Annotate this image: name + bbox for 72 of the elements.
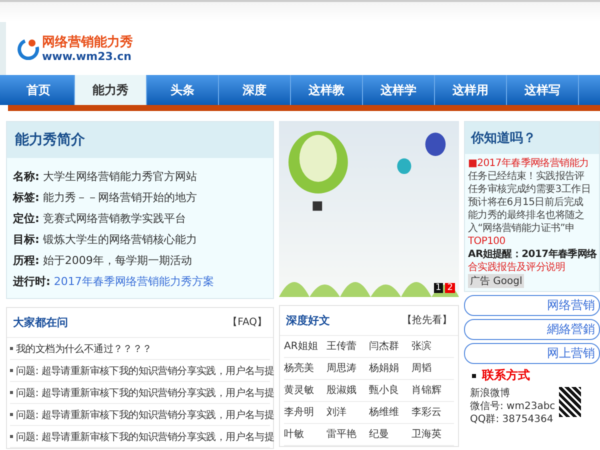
- bullet-icon: [10, 435, 13, 438]
- panel-title: 能力秀简介: [7, 122, 273, 158]
- field-value: 能力秀－－网络营销开始的地方: [42, 191, 197, 204]
- nav-tab[interactable]: 能力秀: [75, 75, 147, 105]
- field-value: 始于2009年，每学期一期活动: [42, 254, 192, 267]
- site-title: 网络营销能力秀: [42, 34, 133, 50]
- contact-title: 联系方式: [482, 367, 530, 384]
- notice-text: 能力秀的最终排名也将随之: [468, 209, 586, 222]
- field-value: 大学生网络营销能力秀官方网站: [42, 170, 197, 183]
- slide-button[interactable]: 1: [434, 283, 444, 293]
- author-link[interactable]: 张滨: [412, 336, 454, 358]
- author-link[interactable]: 杨亮美: [284, 358, 326, 380]
- field-label: 历程:: [13, 254, 40, 267]
- field-value: 竞赛式网络营销教学实践平台: [42, 212, 186, 225]
- question-link[interactable]: 问题: 超导请重新审核下我的知识营销分享实践，用户名与提: [16, 408, 274, 422]
- faq-link[interactable]: 【FAQ】: [228, 315, 267, 330]
- field-value: 锻炼大学生的网络营销核心能力: [42, 233, 197, 246]
- notice-text: 预计将在6月15日前后完成: [468, 196, 584, 209]
- more-link[interactable]: 【抢先看】: [402, 313, 452, 328]
- contact-text: QQ群: 38754364: [470, 413, 554, 426]
- field-label: 目标:: [13, 233, 40, 246]
- author-link[interactable]: AR姐姐: [284, 336, 326, 358]
- panel-title: 大家都在问: [13, 315, 68, 330]
- notice-text: 入“网络营销能力证书”申: [468, 222, 576, 235]
- link-button[interactable]: 網絡營銷: [464, 319, 600, 340]
- author-link[interactable]: 殷淑娥: [326, 380, 369, 402]
- question-link[interactable]: 问题: 超导请重新审核下我的知识营销分享实践，用户名与提: [16, 364, 274, 378]
- author-link[interactable]: 黄灵敏: [284, 380, 326, 402]
- notice-text: ■2017年春季网络营销能力: [468, 157, 590, 170]
- notice-text: 任务已经结束！实践报告评: [468, 170, 586, 183]
- contact-text: 微信号: wm23abc: [470, 400, 556, 413]
- panel-title: 深度好文: [286, 313, 330, 328]
- author-link[interactable]: 叶敏: [284, 424, 326, 446]
- author-link[interactable]: 杨娟娟: [369, 358, 412, 380]
- contact-text: 新浪微博: [470, 387, 511, 400]
- author-link[interactable]: 甄小良: [369, 380, 412, 402]
- field-label: 进行时:: [13, 275, 50, 288]
- plan-link[interactable]: 2017年春季网络营销能力秀方案: [54, 275, 214, 288]
- panel-title: 你知道吗？: [465, 122, 599, 154]
- link-button[interactable]: 网上营销: [464, 343, 600, 364]
- notice-text: 合实践报告及评分说明: [468, 261, 566, 274]
- site-url: www.wm23.cn: [42, 50, 132, 62]
- bullet-icon: [472, 374, 476, 378]
- notice-text: 任务审核完成约需要3工作日: [468, 183, 592, 196]
- author-link[interactable]: 雷平艳: [326, 424, 369, 446]
- field-label: 标签:: [13, 191, 40, 204]
- question-link[interactable]: 问题: 超导请重新审核下我的知识营销分享实践，用户名与提: [16, 430, 274, 444]
- bullet-icon: [10, 391, 13, 394]
- notice-text: TOP100: [468, 235, 506, 248]
- question-link[interactable]: 我的文档为什么不通过？？？？: [16, 342, 152, 356]
- author-link[interactable]: 纪曼: [369, 424, 412, 446]
- author-link[interactable]: 李彩云: [412, 402, 454, 424]
- author-link[interactable]: 卫海英: [412, 424, 454, 446]
- slide-button[interactable]: 2: [445, 283, 455, 293]
- author-link[interactable]: 王传蕾: [326, 336, 369, 358]
- ad-label: 广告 Googl: [468, 274, 524, 288]
- field-label: 名称:: [13, 170, 40, 183]
- author-link[interactable]: 杨维维: [369, 402, 412, 424]
- bullet-icon: [10, 347, 13, 350]
- notice-text: AR姐提醒：2017年春季网络: [468, 248, 596, 261]
- author-link[interactable]: 刘洋: [326, 402, 369, 424]
- bullet-icon: [10, 369, 13, 372]
- author-link[interactable]: 李舟明: [284, 402, 326, 424]
- bullet-icon: [10, 413, 13, 416]
- author-link[interactable]: 闫杰群: [369, 336, 412, 358]
- author-link[interactable]: 周韬: [412, 358, 454, 380]
- author-link[interactable]: 周思涛: [326, 358, 369, 380]
- logo-icon: [16, 38, 40, 60]
- question-link[interactable]: 问题: 超导请重新审核下我的知识营销分享实践，用户名与提: [16, 386, 274, 400]
- author-link[interactable]: 肖锦辉: [412, 380, 454, 402]
- link-button[interactable]: 网络营销: [464, 295, 600, 316]
- field-label: 定位:: [13, 212, 40, 225]
